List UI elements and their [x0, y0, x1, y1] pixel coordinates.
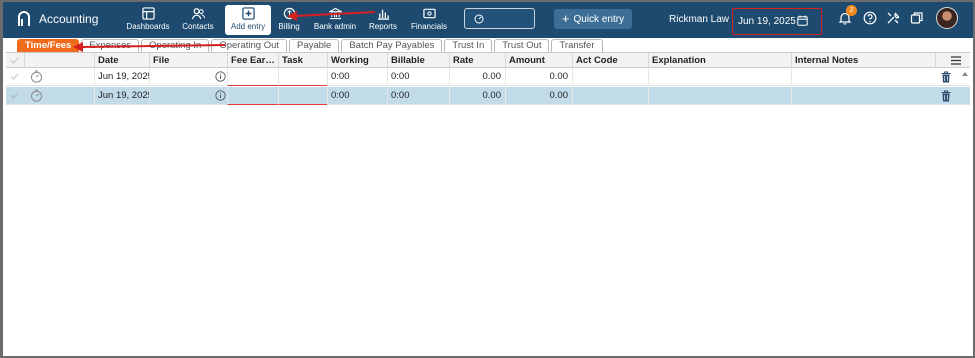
tab-batch-pay-payables[interactable]: Batch Pay Payables	[341, 39, 443, 52]
quick-entry-label: Quick entry	[573, 13, 625, 25]
calendar-icon	[797, 15, 808, 26]
column-internal-notes[interactable]: Internal Notes	[791, 53, 935, 68]
plus-icon: +	[561, 11, 570, 26]
stopwatch-icon[interactable]	[30, 70, 43, 83]
nav-add-entry[interactable]: Add entry	[225, 5, 271, 35]
current-date: Jun 19, 2025	[738, 16, 796, 27]
tab-operating-in[interactable]: Operating In	[141, 39, 210, 52]
nav-label: Dashboards	[126, 22, 170, 31]
top-bar: Accounting Dashboards Contacts Add entry…	[3, 2, 973, 38]
date-picker[interactable]: Jun 19, 2025	[732, 8, 822, 35]
cell-amount[interactable]: 0.00	[505, 68, 572, 86]
nav-label: Add entry	[230, 22, 266, 31]
table-row[interactable]: Jun 19, 2025 0:00 0:00 0.00 0.00	[6, 87, 970, 105]
add-entry-icon	[241, 7, 255, 20]
app-logo-icon	[18, 11, 30, 26]
nav-label: Reports	[368, 22, 397, 31]
cell-internal-notes[interactable]	[791, 87, 935, 105]
column-rate[interactable]: Rate	[449, 53, 505, 68]
column-working[interactable]: Working	[327, 53, 387, 68]
cell-billable[interactable]: 0:00	[387, 68, 449, 86]
row-check-icon[interactable]	[10, 91, 19, 100]
reports-icon	[377, 9, 389, 20]
nav-billing[interactable]: Billing	[276, 5, 302, 35]
financials-icon	[422, 8, 436, 19]
column-menu-icon[interactable]	[951, 56, 961, 65]
nav-dashboards[interactable]: Dashboards	[126, 5, 170, 35]
notification-badge: 2	[846, 5, 857, 16]
table-row[interactable]: Jun 19, 2025 0:00 0:00 0.00 0.00	[6, 68, 970, 86]
cell-internal-notes[interactable]	[791, 68, 935, 86]
cell-task[interactable]	[278, 87, 327, 105]
tab-transfer[interactable]: Transfer	[551, 39, 603, 52]
delete-icon[interactable]	[941, 71, 951, 83]
nav-label: Financials	[410, 22, 447, 31]
firm-name: Rickman Law	[669, 14, 730, 25]
cell-task[interactable]	[278, 68, 327, 86]
cell-working[interactable]: 0:00	[327, 68, 387, 86]
column-billable[interactable]: Billable	[387, 53, 449, 68]
cell-date[interactable]: Jun 19, 2025	[94, 87, 149, 105]
timer-icon	[474, 14, 484, 24]
tab-trust-out[interactable]: Trust Out	[494, 39, 550, 52]
nav-bank-admin[interactable]: Bank admin	[312, 5, 358, 35]
quick-entry-button[interactable]: + Quick entry	[554, 9, 632, 29]
cell-date[interactable]: Jun 19, 2025	[94, 68, 149, 86]
grid-header: Date File Fee Ear… Task Working Billable…	[6, 53, 970, 68]
tools-icon[interactable]	[886, 11, 900, 25]
tab-time-fees[interactable]: Time/Fees	[17, 39, 80, 52]
nav-label: Contacts	[182, 22, 214, 31]
tab-trust-in[interactable]: Trust In	[444, 39, 493, 52]
column-date[interactable]: Date	[94, 53, 149, 68]
stopwatch-icon[interactable]	[30, 89, 43, 102]
nav-label: Bank admin	[313, 22, 357, 31]
select-all-check-icon[interactable]	[10, 56, 19, 65]
nav-label: Billing	[278, 22, 300, 31]
bank-icon	[328, 7, 342, 20]
timer-search-box[interactable]	[464, 8, 535, 29]
column-file[interactable]: File	[149, 53, 227, 68]
column-fee-earner[interactable]: Fee Ear…	[227, 53, 278, 68]
info-icon[interactable]	[215, 90, 226, 101]
cell-working[interactable]: 0:00	[327, 87, 387, 105]
column-amount[interactable]: Amount	[505, 53, 572, 68]
row-check-icon[interactable]	[10, 72, 19, 81]
tab-expenses[interactable]: Expenses	[81, 39, 140, 52]
cell-rate[interactable]: 0.00	[449, 68, 505, 86]
contacts-icon	[191, 8, 205, 20]
entries-grid: Date File Fee Ear… Task Working Billable…	[6, 53, 970, 108]
cell-explanation[interactable]	[648, 68, 791, 86]
user-avatar[interactable]	[936, 7, 958, 29]
help-icon[interactable]	[863, 11, 877, 25]
app-window: Accounting Dashboards Contacts Add entry…	[3, 2, 973, 356]
column-act-code[interactable]: Act Code	[572, 53, 648, 68]
nav-reports[interactable]: Reports	[367, 5, 399, 35]
cell-fee-earner[interactable]	[227, 87, 278, 105]
cell-amount[interactable]: 0.00	[505, 87, 572, 105]
cell-explanation[interactable]	[648, 87, 791, 105]
column-spacer	[24, 53, 94, 68]
column-actions	[935, 53, 949, 68]
cell-act-code[interactable]	[572, 68, 648, 86]
brand[interactable]: Accounting	[17, 11, 98, 27]
scroll-up-arrow-icon[interactable]	[962, 71, 968, 77]
app-title: Accounting	[39, 12, 99, 26]
nav-contacts[interactable]: Contacts	[180, 5, 216, 35]
nav-financials[interactable]: Financials	[409, 5, 449, 35]
cell-rate[interactable]: 0.00	[449, 87, 505, 105]
tab-operating-out[interactable]: Operating Out	[211, 39, 287, 52]
windows-icon[interactable]	[910, 11, 924, 25]
column-task[interactable]: Task	[278, 53, 327, 68]
billing-icon	[283, 7, 295, 20]
tab-payable[interactable]: Payable	[289, 39, 340, 52]
dashboard-icon	[141, 7, 155, 20]
cell-act-code[interactable]	[572, 87, 648, 105]
screenshot-frame: Accounting Dashboards Contacts Add entry…	[0, 0, 975, 358]
delete-icon[interactable]	[941, 90, 951, 102]
column-explanation[interactable]: Explanation	[648, 53, 791, 68]
entry-tabs: Time/Fees Expenses Operating In Operatin…	[17, 39, 605, 52]
cell-fee-earner[interactable]	[227, 68, 278, 86]
cell-billable[interactable]: 0:00	[387, 87, 449, 105]
info-icon[interactable]	[215, 71, 226, 82]
